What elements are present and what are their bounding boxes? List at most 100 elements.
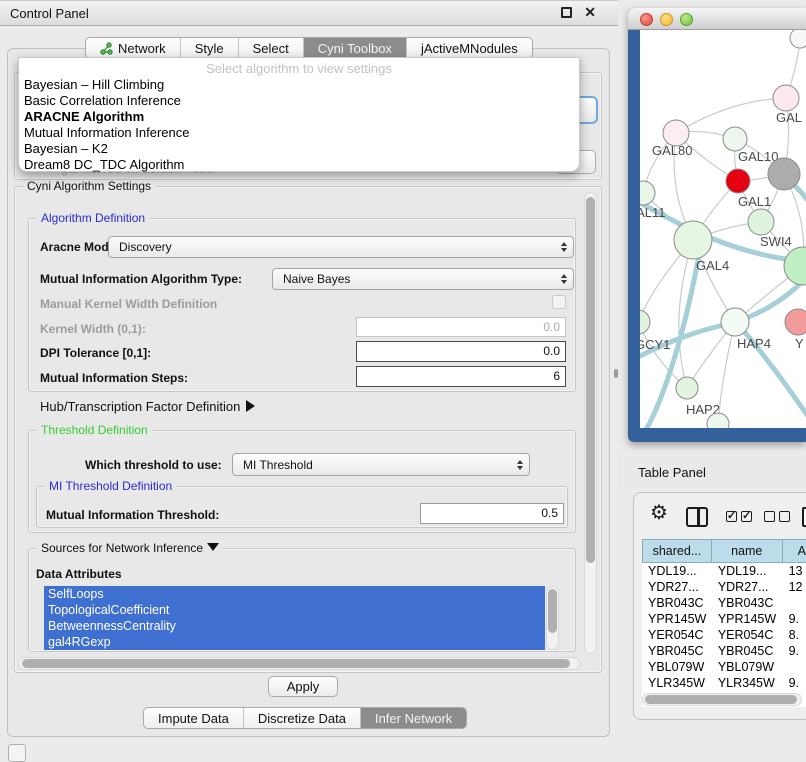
network-window-titlebar[interactable] bbox=[628, 8, 806, 30]
settings-horizontal-scrollbar[interactable] bbox=[18, 657, 580, 670]
mac-zoom-icon[interactable] bbox=[680, 13, 693, 26]
attribute-item[interactable]: gal4RGexp bbox=[44, 634, 545, 650]
table-cell: YDL19... bbox=[712, 563, 783, 579]
tab-impute-data[interactable]: Impute Data bbox=[144, 708, 244, 728]
gear-icon[interactable]: ⚙ bbox=[650, 503, 668, 523]
table-cell: 9. bbox=[783, 643, 806, 659]
table-cell bbox=[783, 659, 806, 675]
table-cell: 9. bbox=[783, 675, 806, 691]
table-cell: YBR043C bbox=[642, 595, 712, 611]
network-node[interactable] bbox=[723, 127, 747, 151]
settings-vertical-scrollbar[interactable] bbox=[584, 192, 597, 654]
sources-title: Sources for Network Inference bbox=[37, 541, 223, 555]
node-table[interactable]: shared...nameA YDL19...YDL19...13YDR27..… bbox=[642, 539, 806, 711]
algorithm-option[interactable]: Basic Correlation Inference bbox=[19, 93, 579, 109]
which-threshold-label: Which threshold to use: bbox=[85, 458, 222, 472]
attribute-item[interactable]: SelfLoops bbox=[44, 586, 545, 602]
network-node[interactable] bbox=[768, 158, 800, 190]
tab-style[interactable]: Style bbox=[181, 38, 239, 58]
hide-columns-icon[interactable] bbox=[764, 511, 790, 522]
float-window-icon[interactable] bbox=[561, 7, 572, 18]
table-cell bbox=[783, 595, 806, 611]
network-node[interactable] bbox=[784, 247, 806, 285]
table-panel-title: Table Panel bbox=[638, 465, 706, 480]
mi-threshold-group-title: MI Threshold Definition bbox=[45, 479, 176, 493]
dpi-tolerance-field[interactable]: 0.0 bbox=[356, 341, 566, 362]
tab-infer-network[interactable]: Infer Network bbox=[361, 708, 466, 728]
network-node[interactable] bbox=[640, 310, 650, 334]
manual-kernel-checkbox[interactable] bbox=[552, 295, 566, 309]
attributes-scrollbar[interactable] bbox=[546, 586, 559, 650]
tab-jactivemnodules[interactable]: jActiveMNodules bbox=[407, 38, 532, 58]
mi-threshold-field[interactable]: 0.5 bbox=[420, 503, 564, 524]
split-columns-icon[interactable] bbox=[686, 507, 708, 527]
network-node[interactable] bbox=[790, 30, 806, 48]
algorithm-option[interactable]: ARACNE Algorithm bbox=[19, 109, 579, 125]
mac-minimize-icon[interactable] bbox=[660, 13, 673, 26]
table-cell: YBR045C bbox=[642, 643, 712, 659]
table-horizontal-scrollbar[interactable] bbox=[642, 693, 802, 706]
attribute-item[interactable]: TopologicalCoefficient bbox=[44, 602, 545, 618]
hub-definition-label: Hub/Transcription Factor Definition bbox=[40, 399, 240, 414]
network-node[interactable] bbox=[748, 209, 774, 235]
table-cell: YLR345W bbox=[712, 675, 783, 691]
table-row[interactable]: YDR27...YDR27...12 bbox=[642, 579, 806, 595]
algorithm-dropdown-list: Select algorithm to view settings Bayesi… bbox=[18, 57, 580, 172]
control-panel-title: Control Panel bbox=[10, 6, 89, 21]
algorithm-option[interactable]: Bayesian – Hill Climbing bbox=[19, 77, 579, 93]
dpi-tolerance-label: DPI Tolerance [0,1]: bbox=[40, 346, 151, 360]
table-row[interactable]: YPR145WYPR145W9. bbox=[642, 611, 806, 627]
table-cell: YBR045C bbox=[712, 643, 783, 659]
table-column-header[interactable]: name bbox=[712, 539, 783, 563]
hub-definition-toggle[interactable]: Hub/Transcription Factor Definition bbox=[40, 399, 255, 414]
control-panel-tabstrip: Network Style Select Cyni Toolbox jActiv… bbox=[85, 37, 533, 59]
table-row[interactable]: YBR043CYBR043C bbox=[642, 595, 806, 611]
table-row[interactable]: YBL079WYBL079W bbox=[642, 659, 806, 675]
export-table-icon[interactable] bbox=[802, 507, 806, 527]
panel-resize-handle[interactable] bbox=[614, 369, 618, 378]
network-edge[interactable] bbox=[718, 322, 735, 424]
tab-discretize-data[interactable]: Discretize Data bbox=[244, 708, 361, 728]
network-node[interactable] bbox=[676, 377, 698, 399]
table-column-header[interactable]: A bbox=[783, 539, 806, 563]
table-row[interactable]: YBR045CYBR045C9. bbox=[642, 643, 806, 659]
mi-threshold-label: Mutual Information Threshold: bbox=[46, 508, 219, 522]
table-cell: YPR145W bbox=[642, 611, 712, 627]
tab-select[interactable]: Select bbox=[239, 38, 304, 58]
tab-cyni-toolbox[interactable]: Cyni Toolbox bbox=[304, 38, 407, 58]
network-node[interactable] bbox=[726, 169, 750, 193]
network-node[interactable] bbox=[674, 221, 712, 259]
close-icon[interactable]: ✕ bbox=[584, 5, 596, 19]
mac-close-icon[interactable] bbox=[640, 13, 653, 26]
table-row[interactable]: YLR345WYLR345W9. bbox=[642, 675, 806, 691]
network-canvas[interactable]: GALGAL80GAL10GAL11GAL1GAL4SWI4GCY1HAP4YH… bbox=[640, 30, 806, 428]
table-cell: 9. bbox=[783, 611, 806, 627]
table-cell: 8. bbox=[783, 627, 806, 643]
tab-network[interactable]: Network bbox=[86, 38, 181, 58]
apply-button[interactable]: Apply bbox=[268, 676, 338, 697]
which-threshold-combo[interactable]: MI Threshold bbox=[232, 453, 530, 476]
table-row[interactable]: YER054CYER054C8. bbox=[642, 627, 806, 643]
table-row[interactable]: YDL19...YDL19...13 bbox=[642, 563, 806, 579]
kernel-width-field[interactable]: 0.0 bbox=[356, 317, 566, 337]
algorithm-option[interactable]: Dream8 DC_TDC Algorithm bbox=[19, 157, 579, 173]
network-node-label: GAL10 bbox=[738, 149, 778, 164]
mi-steps-field[interactable]: 6 bbox=[356, 366, 566, 387]
algorithm-option[interactable]: Bayesian – K2 bbox=[19, 141, 579, 157]
table-cell: YBL079W bbox=[642, 659, 712, 675]
algorithm-option[interactable]: Mutual Information Inference bbox=[19, 125, 579, 141]
mi-type-combo[interactable]: Naive Bayes bbox=[272, 268, 574, 290]
table-cell: YPR145W bbox=[712, 611, 783, 627]
table-cell: YER054C bbox=[712, 627, 783, 643]
show-columns-icon[interactable] bbox=[726, 511, 752, 522]
aracne-mode-value: Discovery bbox=[119, 240, 172, 254]
network-node[interactable] bbox=[785, 309, 806, 335]
network-node[interactable] bbox=[773, 85, 799, 111]
aracne-mode-combo[interactable]: Discovery bbox=[108, 236, 574, 258]
attribute-item[interactable]: BetweennessCentrality bbox=[44, 618, 545, 634]
table-column-header[interactable]: shared... bbox=[642, 539, 712, 563]
network-node[interactable] bbox=[721, 308, 749, 336]
collapsed-panel-icon[interactable] bbox=[8, 744, 26, 762]
network-node-label: GAL11 bbox=[640, 205, 666, 220]
data-attributes-list[interactable]: SelfLoopsTopologicalCoefficientBetweenne… bbox=[44, 586, 545, 650]
